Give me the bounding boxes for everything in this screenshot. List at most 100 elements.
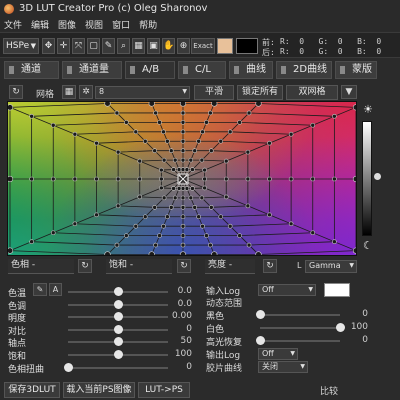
smooth-button[interactable]: 平滑 — [194, 85, 234, 100]
grid-control-point[interactable] — [199, 195, 205, 201]
grid-control-point[interactable] — [267, 176, 272, 182]
grid-control-point[interactable] — [180, 120, 186, 125]
grid-control-point[interactable] — [223, 158, 229, 164]
grid-control-point[interactable] — [310, 230, 316, 236]
grid-control-point[interactable] — [227, 129, 233, 135]
grid-control-point[interactable] — [148, 251, 155, 256]
grid-control-point[interactable] — [157, 120, 162, 125]
grid-control-point[interactable] — [310, 176, 316, 182]
grid-control-point[interactable] — [180, 242, 186, 248]
grid-control-point[interactable] — [153, 242, 158, 248]
color-mode-select[interactable]: HSPe ▼ — [3, 38, 39, 54]
reset-view-icon[interactable]: ⊕ — [177, 38, 190, 54]
grid-control-point[interactable] — [211, 102, 218, 107]
grid-control-point[interactable] — [94, 176, 99, 182]
eyedropper-icon[interactable]: ✎ — [102, 38, 115, 54]
menu-edit[interactable]: 编辑 — [31, 18, 49, 31]
grid-control-point[interactable] — [255, 102, 262, 107]
grid-control-point[interactable] — [184, 186, 190, 191]
grid-control-point[interactable] — [159, 185, 164, 191]
grid-control-point[interactable] — [204, 120, 209, 125]
grid-control-point[interactable] — [115, 203, 121, 209]
grid-control-point[interactable] — [202, 167, 207, 173]
grid-control-point[interactable] — [152, 205, 157, 210]
output-log-select[interactable]: Off ▼ — [258, 348, 298, 360]
brightness-channel-select[interactable]: 亮度 - — [205, 259, 255, 274]
grid-control-point[interactable] — [165, 138, 170, 144]
grid-control-point[interactable] — [133, 129, 139, 135]
grid-control-point[interactable] — [332, 176, 337, 182]
grid-control-point[interactable] — [209, 205, 214, 210]
tab-cl[interactable]: C/L — [178, 61, 226, 79]
grid-control-point[interactable] — [255, 251, 262, 256]
grid-control-point[interactable] — [142, 214, 148, 220]
film-curve-select[interactable]: 关闭 ▼ — [258, 361, 308, 373]
grid-control-point[interactable] — [171, 186, 176, 191]
grid-control-point[interactable] — [192, 205, 198, 210]
grid-control-point[interactable] — [172, 195, 178, 201]
grid-control-point[interactable] — [176, 167, 182, 172]
grid-control-point[interactable] — [29, 176, 34, 182]
grid-control-point[interactable] — [29, 239, 34, 245]
grid-control-point[interactable] — [142, 138, 148, 144]
mask-icon[interactable]: ▣ — [147, 38, 160, 54]
grid-control-point[interactable] — [104, 251, 111, 256]
grid-type-icon[interactable]: ▦ — [62, 85, 76, 99]
grid-control-point[interactable] — [352, 175, 357, 183]
grid-control-point[interactable] — [104, 102, 111, 107]
rect-select-icon[interactable]: ▢ — [87, 38, 100, 54]
grid-control-point[interactable] — [115, 176, 121, 182]
grid-control-point[interactable] — [180, 129, 186, 135]
grid-control-point[interactable] — [148, 102, 155, 107]
grid-control-point[interactable] — [159, 176, 164, 182]
grid-control-point[interactable] — [190, 167, 195, 172]
grid-control-point[interactable] — [114, 110, 120, 116]
grid-control-point[interactable] — [94, 140, 99, 146]
grid-control-point[interactable] — [165, 214, 170, 220]
lightness-gradient[interactable] — [362, 121, 372, 236]
grid-control-point[interactable] — [211, 251, 218, 256]
grid-control-point[interactable] — [246, 242, 252, 248]
grid-control-point[interactable] — [202, 185, 207, 191]
tab-2d-curves[interactable]: 2D曲线 — [276, 61, 332, 79]
grid-control-point[interactable] — [200, 223, 205, 229]
white-slider[interactable] — [260, 327, 340, 329]
grid-control-point[interactable] — [133, 223, 139, 229]
menu-window[interactable]: 窗口 — [112, 18, 130, 31]
grid-control-point[interactable] — [172, 157, 178, 163]
grid-control-point[interactable] — [267, 140, 272, 146]
white-slider-thumb[interactable] — [335, 323, 345, 332]
grid-control-point[interactable] — [218, 138, 224, 144]
grid-control-point[interactable] — [180, 186, 186, 191]
grid-control-point[interactable] — [288, 131, 294, 137]
brightness-slider-thumb[interactable] — [113, 312, 123, 322]
grid-control-point[interactable] — [180, 214, 186, 220]
move-icon[interactable]: ✥ — [42, 38, 55, 54]
grid-control-point[interactable] — [190, 186, 195, 191]
grid-icon[interactable]: ▦ — [132, 38, 145, 54]
grid-control-point[interactable] — [180, 167, 186, 172]
grid-control-point[interactable] — [352, 104, 357, 111]
lightness-thumb[interactable] — [374, 173, 381, 180]
gamma-select[interactable]: Gamma ▼ — [305, 260, 357, 273]
grid-control-point[interactable] — [171, 167, 176, 172]
grid-control-point[interactable] — [115, 149, 121, 155]
grid-size-select[interactable]: 8 ▼ — [95, 86, 190, 99]
grid-control-point[interactable] — [124, 120, 129, 125]
grid-control-point[interactable] — [245, 149, 251, 155]
saturation-channel-select[interactable]: 饱和 - — [106, 259, 172, 274]
tab-mask[interactable]: 蒙版 — [335, 61, 377, 79]
before-color-swatch[interactable] — [217, 38, 233, 54]
expand-down-icon[interactable]: ▼ — [341, 85, 357, 99]
grid-control-point[interactable] — [157, 233, 162, 238]
grid-control-point[interactable] — [137, 158, 143, 164]
menu-image[interactable]: 图像 — [58, 18, 76, 31]
refresh-icon[interactable]: ↻ — [177, 259, 191, 273]
grid-control-point[interactable] — [245, 176, 251, 182]
grid-control-point[interactable] — [72, 176, 78, 182]
grid-control-point[interactable] — [168, 148, 174, 153]
cross-icon[interactable]: ✛ — [57, 38, 70, 54]
refresh-icon[interactable]: ↻ — [78, 259, 92, 273]
grid-control-point[interactable] — [199, 157, 205, 163]
refresh-icon[interactable]: ↻ — [263, 259, 277, 273]
